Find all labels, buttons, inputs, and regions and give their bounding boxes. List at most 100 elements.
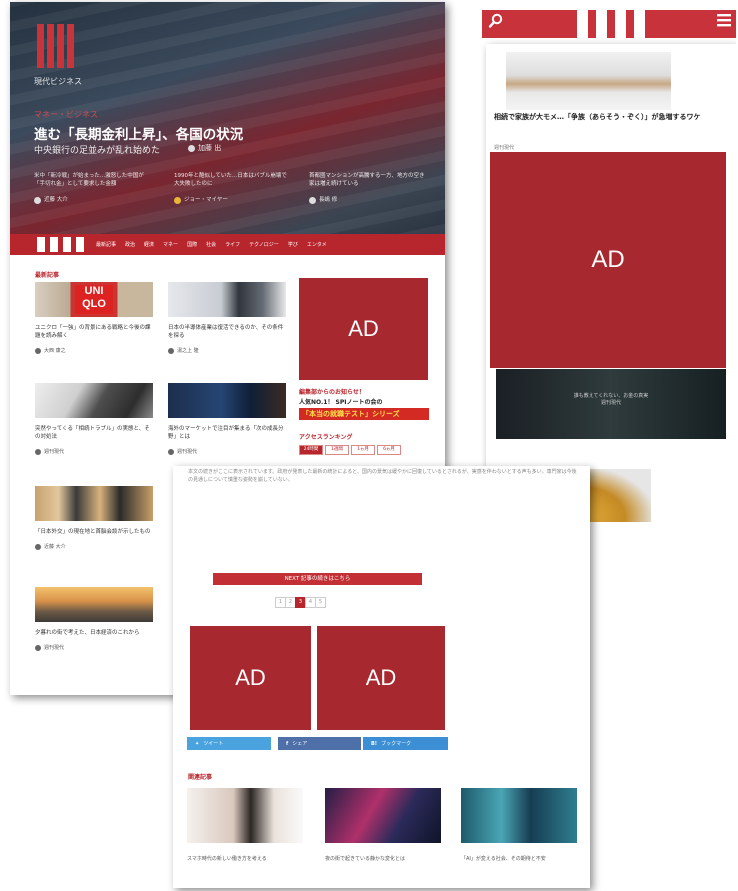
- hero-sub-author: 近藤 大介: [44, 197, 68, 203]
- ranking-tabs: 24時間 1週間 1ヵ月 6ヵ月: [299, 445, 429, 455]
- article-author: 近藤 大介: [44, 544, 66, 550]
- article-card[interactable]: 突然やってくる「相続トラブル」の実態と、その対処法 週刊現代: [35, 383, 153, 455]
- hero-sub-article[interactable]: 米中「新冷戦」が始まった…激怒した中国が「手切れ金」として要求した金額 近藤 大…: [34, 172, 152, 204]
- article-title[interactable]: 日本の半導体産業は復活できるのか、その条件を探る: [168, 324, 286, 340]
- hero-sub-title: 米中「新冷戦」が始まった…激怒した中国が「手切れ金」として要求した金額: [34, 173, 144, 187]
- article-author: 週刊現代: [44, 645, 65, 651]
- article-author: 週刊現代: [44, 449, 65, 455]
- next-page-button[interactable]: NEXT 記事の続きはこちら: [213, 573, 422, 585]
- mobile-article-author: 週刊現代: [494, 145, 515, 151]
- article-body: 本文の続きがここに表示されています。政府が発表した最新の統計によると、国内の景気…: [188, 469, 577, 483]
- ranking-label: アクセスランキング: [299, 434, 353, 441]
- article-thumbnail[interactable]: [35, 587, 153, 622]
- hamburger-icon[interactable]: [716, 12, 732, 33]
- promo-banner[interactable]: 編集部からのお知らせ！ 人気NO.1！ SPIノートの会の 「本当の就職テスト」…: [299, 387, 429, 420]
- nav-item[interactable]: 最新記事: [96, 241, 116, 248]
- article-thumbnail[interactable]: [35, 486, 153, 521]
- article-thumbnail[interactable]: 誰も教えてくれない、お金の真実 週刊現代: [496, 369, 726, 439]
- hatena-share-label: ブックマーク: [381, 741, 412, 747]
- article-page: 本文の続きがここに表示されています。政府が発表した最新の統計によると、国内の景気…: [173, 466, 590, 888]
- hero-sub-title: 首都圏マンションが高騰する一方、地方の空き家は増え続けている: [309, 173, 425, 187]
- author-avatar: [34, 196, 41, 204]
- nav-items: 最新記事 政治 経済 マネー 国際 社会 ライフ テクノロジー 学び エンタメ: [96, 241, 327, 248]
- search-icon[interactable]: [488, 13, 504, 33]
- article-title[interactable]: 海外のマーケットで注目が集まる「次の成長分野」とは: [168, 425, 286, 441]
- ad-slot-mobile[interactable]: AD: [490, 152, 726, 368]
- nav-item[interactable]: 社会: [206, 241, 216, 248]
- author-avatar: [35, 543, 41, 550]
- mobile-logo[interactable]: [577, 10, 647, 38]
- ad-slot-inline-left[interactable]: AD: [190, 626, 311, 730]
- article-card[interactable]: 夕暮れの街で考えた、日本経済のこれから 週刊現代: [35, 587, 153, 651]
- recommended-thumbnail[interactable]: [325, 788, 441, 843]
- recommended-card[interactable]: スマホ時代の新しい働き方を考える: [187, 788, 303, 863]
- author-avatar: [168, 448, 174, 455]
- hero-category[interactable]: マネー・ビジネス: [34, 109, 98, 120]
- facebook-icon: f: [286, 740, 289, 747]
- article-author: 週刊現代: [177, 449, 198, 455]
- ranking-tab[interactable]: 1ヵ月: [351, 445, 375, 455]
- article-card[interactable]: 日本の半導体産業は復活できるのか、その条件を探る 湯之上 隆: [168, 282, 286, 354]
- article-card[interactable]: 「日本外交」の現在地と首脳会談が示したもの 近藤 大介: [35, 486, 153, 550]
- main-nav: 最新記事 政治 経済 マネー 国際 社会 ライフ テクノロジー 学び エンタメ: [10, 234, 445, 255]
- author-avatar: [168, 347, 174, 354]
- page-link[interactable]: 5: [315, 597, 326, 608]
- ad-slot-inline-right[interactable]: AD: [317, 626, 445, 730]
- article-thumbnail[interactable]: [506, 52, 671, 110]
- article-thumbnail[interactable]: [168, 282, 286, 317]
- article-card[interactable]: UNI QLO ユニクロ「一強」の背景にある戦略と今後の課題を読み解く 大西 康之: [35, 282, 153, 354]
- twitter-share-button[interactable]: ✦ ツイート: [187, 737, 271, 750]
- nav-item[interactable]: テクノロジー: [249, 241, 279, 248]
- nav-item[interactable]: 経済: [144, 241, 154, 248]
- hero-sub-article[interactable]: 首都圏マンションが高騰する一方、地方の空き家は増え続けている 長嶋 修: [309, 172, 427, 204]
- hero-title[interactable]: 進む「長期金利上昇」、各国の状況: [34, 123, 243, 143]
- recommended-title[interactable]: 夜の街で起きている静かな変化とは: [325, 855, 441, 863]
- recommended-thumbnail[interactable]: [461, 788, 577, 843]
- hero-subtitle: 中央銀行の足並みが乱れ始めた: [34, 146, 161, 156]
- article-thumbnail[interactable]: UNI QLO: [35, 282, 153, 317]
- ad-slot-sidebar[interactable]: AD: [299, 278, 428, 380]
- hero-author-name: 加藤 出: [198, 144, 222, 152]
- article-thumbnail[interactable]: [35, 383, 153, 418]
- twitter-share-label: ツイート: [203, 741, 224, 747]
- promo-line1: 編集部からのお知らせ！: [299, 389, 365, 396]
- article-title[interactable]: ユニクロ「一強」の背景にある戦略と今後の課題を読み解く: [35, 324, 153, 340]
- hero-sub-title: 1990年と酷似していた…日本はバブル崩壊で大失敗したのに: [174, 173, 287, 187]
- recommended-card[interactable]: 夜の街で起きている静かな変化とは: [325, 788, 441, 863]
- site-logo[interactable]: [37, 24, 75, 68]
- nav-item[interactable]: エンタメ: [307, 241, 327, 248]
- nav-item[interactable]: ライフ: [225, 241, 240, 248]
- article-author: 湯之上 隆: [177, 348, 199, 354]
- mobile-article-title[interactable]: 相続で家族が大モメ…「争族（あらそう・ぞく）」が急増するワケ: [494, 112, 724, 123]
- hatena-share-button[interactable]: B! ブックマーク: [363, 737, 448, 750]
- article-thumbnail[interactable]: [168, 383, 286, 418]
- article-title[interactable]: 「日本外交」の現在地と首脳会談が示したもの: [35, 528, 153, 536]
- ranking-tab[interactable]: 24時間: [299, 445, 323, 455]
- hero-sub-article[interactable]: 1990年と酷似していた…日本はバブル崩壊で大失敗したのに ジョー・マイヤー: [174, 172, 292, 204]
- recommended-card[interactable]: 「AI」が変える社会、その期待と不安: [461, 788, 577, 863]
- author-avatar: [188, 144, 195, 152]
- article-title[interactable]: 突然やってくる「相続トラブル」の実態と、その対処法: [35, 425, 153, 441]
- recommended-label: 関連記事: [188, 774, 213, 781]
- recommended-thumbnail[interactable]: [187, 788, 303, 843]
- caption-author: 週刊現代: [600, 400, 621, 406]
- nav-item[interactable]: 学び: [288, 241, 298, 248]
- author-avatar: [174, 196, 181, 204]
- ranking-tab[interactable]: 1週間: [325, 445, 349, 455]
- recommended-title[interactable]: 「AI」が変える社会、その期待と不安: [461, 855, 577, 863]
- nav-item[interactable]: 政治: [125, 241, 135, 248]
- nav-item[interactable]: 国際: [187, 241, 197, 248]
- hero-banner[interactable]: 現代ビジネス マネー・ビジネス 進む「長期金利上昇」、各国の状況 中央銀行の足並…: [10, 2, 445, 234]
- recommended-title[interactable]: スマホ時代の新しい働き方を考える: [187, 855, 303, 863]
- uniqlo-logo-image: UNI QLO: [75, 285, 113, 314]
- article-author: 大西 康之: [44, 348, 66, 354]
- facebook-share-button[interactable]: f シェア: [278, 737, 361, 750]
- article-title[interactable]: 夕暮れの街で考えた、日本経済のこれから: [35, 629, 153, 637]
- ranking-tab[interactable]: 6ヵ月: [377, 445, 401, 455]
- nav-logo[interactable]: [37, 237, 85, 252]
- article-card[interactable]: 海外のマーケットで注目が集まる「次の成長分野」とは 週刊現代: [168, 383, 286, 455]
- nav-item[interactable]: マネー: [163, 241, 178, 248]
- author-avatar: [35, 644, 41, 651]
- author-avatar: [309, 196, 316, 204]
- hero-sub-author: ジョー・マイヤー: [184, 197, 228, 203]
